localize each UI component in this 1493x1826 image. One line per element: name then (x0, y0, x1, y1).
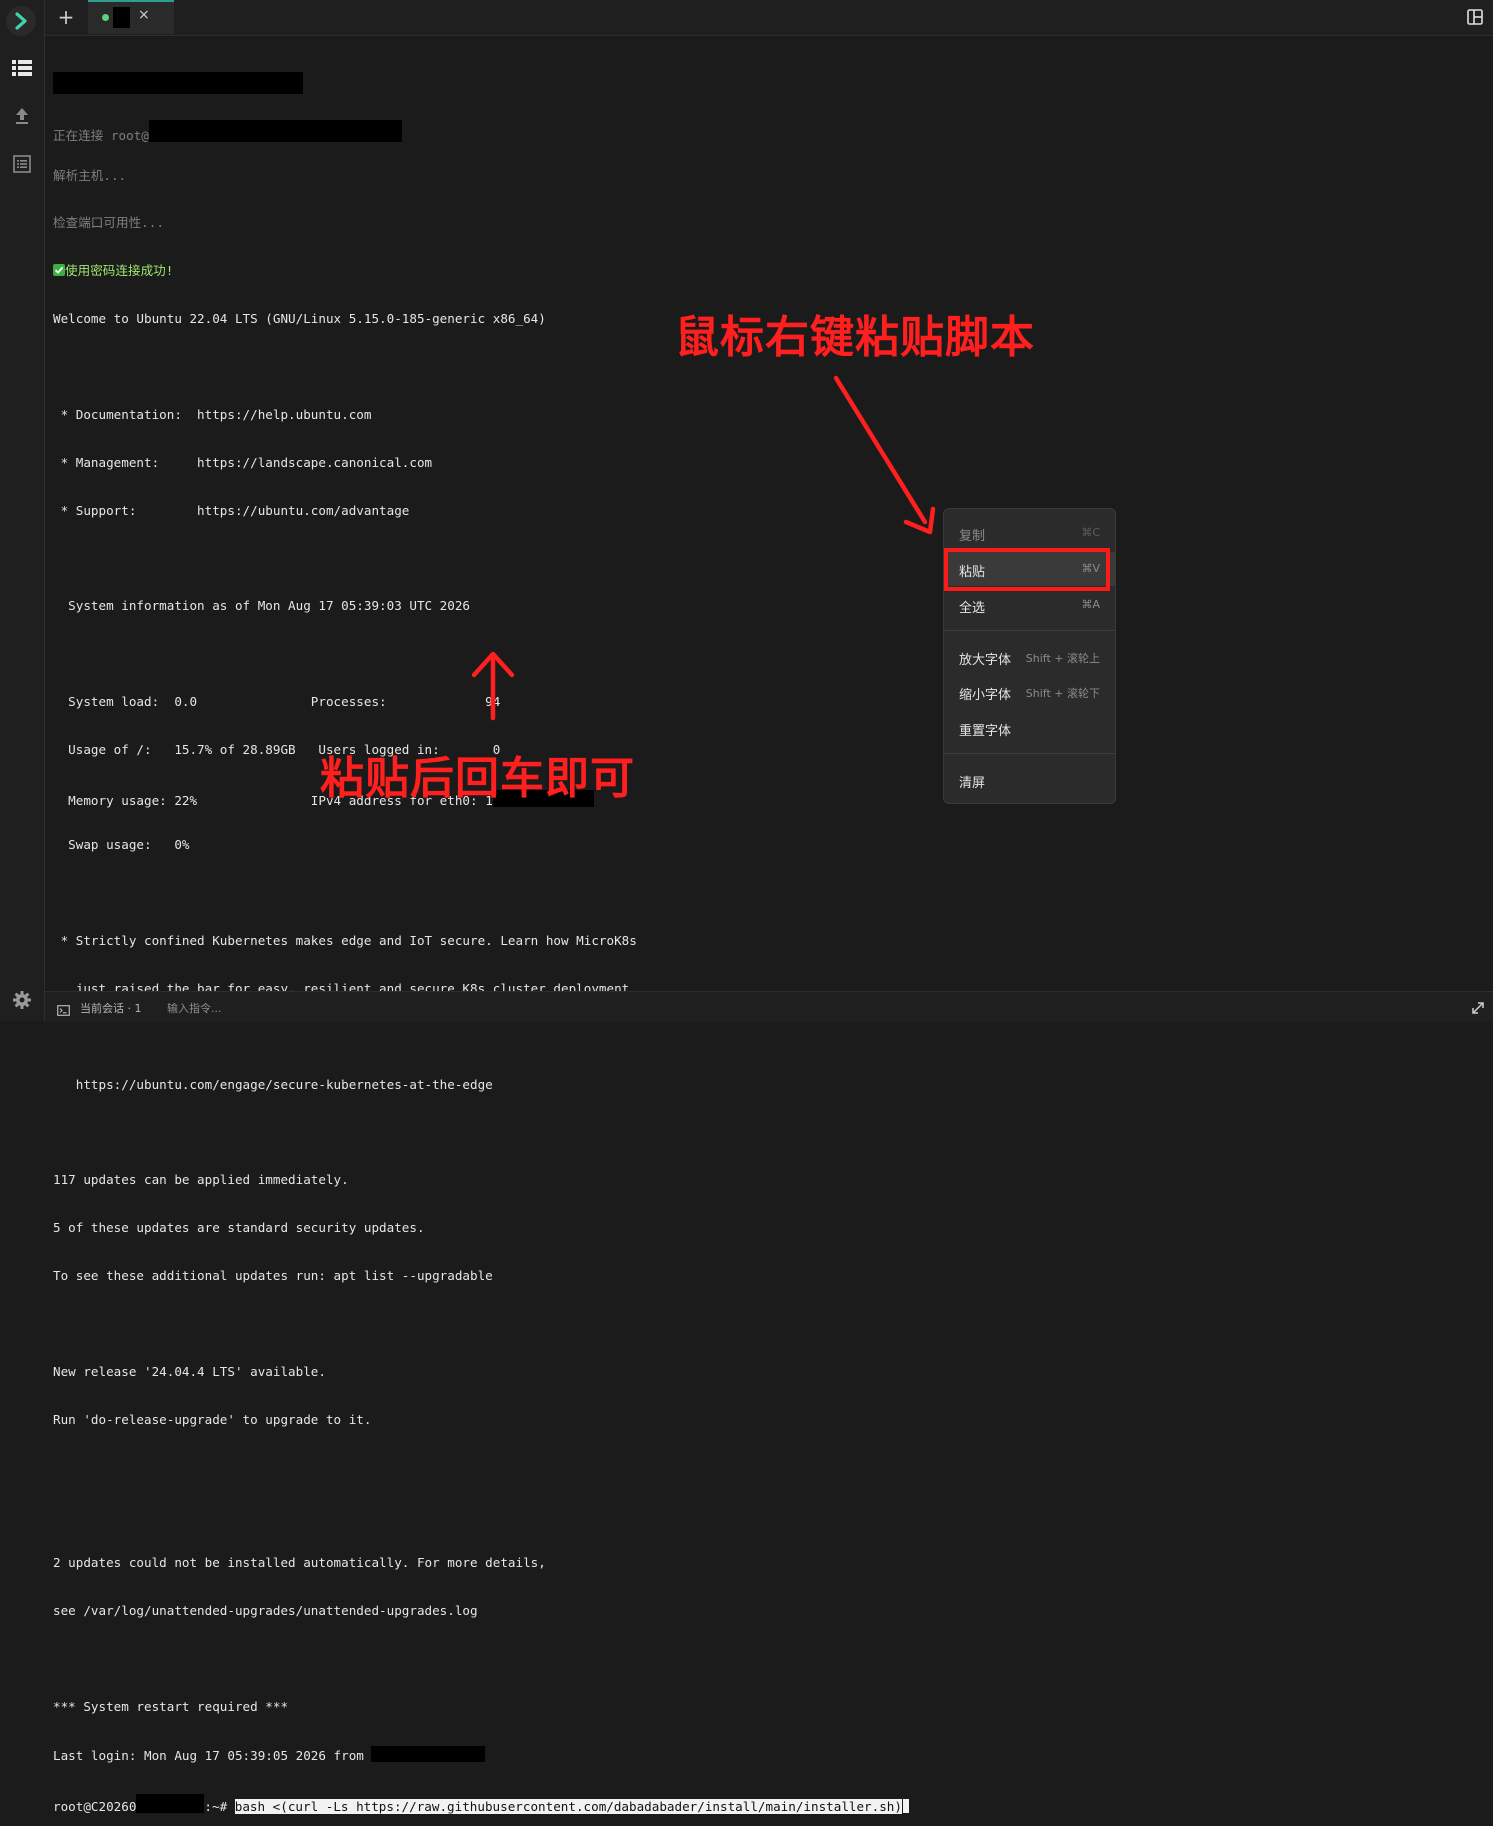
menu-item-clear[interactable]: 清屏 (944, 763, 1115, 797)
terminal-cursor (902, 1799, 909, 1814)
annotation-arrows (471, 375, 936, 721)
menu-item-reset-font[interactable]: 重置字体 (944, 711, 1115, 745)
terminal-line: 2 updates could not be installed automat… (53, 1555, 546, 1571)
annotation-highlight-paste (944, 548, 1110, 591)
arrow-to-menu-icon (833, 375, 936, 535)
terminal-line: 117 updates can be applied immediately. (53, 1172, 349, 1188)
menu-item-zoom-out[interactable]: 缩小字体 Shift + 滚轮下 (944, 675, 1115, 709)
menu-item-copy[interactable]: 复制 ⌘C (944, 516, 1115, 550)
menu-item-zoom-in[interactable]: 放大字体 Shift + 滚轮上 (944, 640, 1115, 674)
redacted-block (136, 1794, 205, 1814)
terminal-line: New release '24.04.4 LTS' available. (53, 1363, 326, 1379)
pasted-command: bash <(curl -Ls https://raw.githubuserco… (234, 1799, 902, 1815)
redacted-block (371, 1746, 486, 1763)
expand-icon[interactable] (1471, 1000, 1485, 1014)
menu-item-select-all[interactable]: 全选 ⌘A (944, 588, 1115, 622)
terminal-prompt-line[interactable]: root@C20260:~# bash <(curl -Ls https://r… (53, 1794, 953, 1815)
terminal-line: Run 'do-release-upgrade' to upgrade to i… (53, 1411, 372, 1427)
terminal-session-icon[interactable] (57, 1001, 70, 1016)
current-session-label[interactable]: 当前会话 · 1 (80, 1000, 142, 1016)
menu-separator (944, 630, 1115, 631)
command-input[interactable] (165, 997, 569, 1019)
terminal-line: *** System restart required *** (53, 1698, 289, 1714)
terminal-line: 5 of these updates are standard security… (53, 1220, 425, 1236)
terminal-line: https://ubuntu.com/engage/secure-kuberne… (53, 1076, 493, 1092)
terminal-line: To see these additional updates run: apt… (53, 1268, 493, 1283)
terminal-line: see /var/log/unattended-upgrades/unatten… (53, 1602, 478, 1618)
menu-separator (944, 753, 1115, 754)
arrow-to-command-icon (471, 651, 515, 721)
bottom-bar: 当前会话 · 1 (45, 991, 1493, 1022)
terminal-line: Last login: Mon Aug 17 05:39:05 2026 fro… (53, 1746, 953, 1763)
